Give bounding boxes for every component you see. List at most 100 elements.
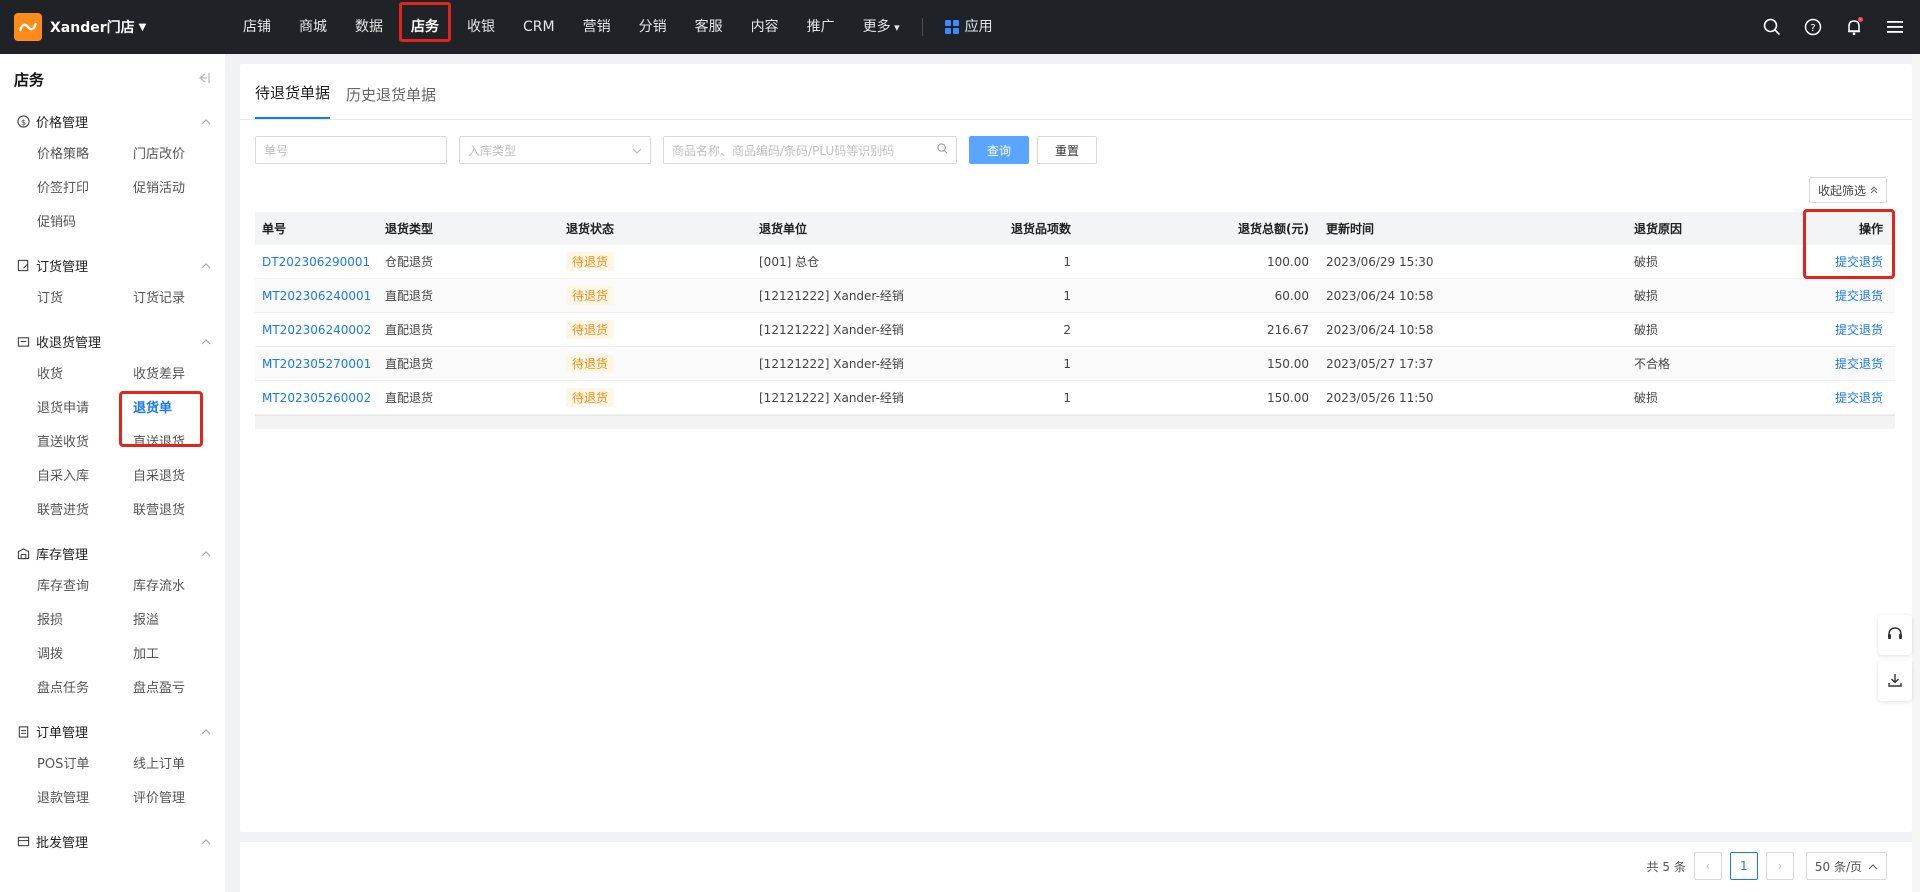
reason-cell: 不合格 xyxy=(1634,357,1671,371)
order-no-link[interactable]: MT202305270001 xyxy=(262,357,371,371)
sidebar-group-header[interactable]: 订货管理 xyxy=(0,248,225,282)
vertical-scrollbar[interactable] xyxy=(1912,54,1920,892)
order-no-link[interactable]: DT202306290001 xyxy=(262,255,370,269)
order-no-link[interactable]: MT202306240002 xyxy=(262,323,371,337)
search-icon[interactable] xyxy=(937,143,948,157)
sidebar-item[interactable]: POS订单 xyxy=(37,748,133,782)
sidebar-item[interactable]: 退货单 xyxy=(119,391,225,447)
sidebar-item[interactable]: 库存流水 xyxy=(133,570,225,604)
nav-item-11[interactable]: 更多 ▾ xyxy=(849,0,914,54)
submit-return-link[interactable]: 提交退货 xyxy=(1835,323,1883,337)
collapse-sidebar-icon[interactable] xyxy=(197,72,211,87)
store-switcher[interactable]: Xander门店 ▼ xyxy=(0,0,225,54)
sidebar-item[interactable]: 报损 xyxy=(37,604,133,638)
item-count-cell: 1 xyxy=(1063,254,1071,269)
sidebar-item[interactable]: 库存查询 xyxy=(37,570,133,604)
sidebar-title: 店务 xyxy=(14,70,45,89)
help-icon[interactable]: ? xyxy=(1802,16,1824,38)
sidebar-item[interactable]: 订货 xyxy=(37,282,133,316)
sidebar-group-title: 价格管理 xyxy=(36,115,89,131)
next-page-button[interactable]: › xyxy=(1765,852,1794,880)
submit-return-link[interactable]: 提交退货 xyxy=(1835,255,1883,269)
page-size-select[interactable]: 50 条/页 xyxy=(1805,852,1887,880)
download-icon xyxy=(1887,672,1903,691)
nav-item-7[interactable]: 分销 xyxy=(625,0,681,54)
sidebar-group-title: 收退货管理 xyxy=(36,335,102,351)
return-unit-cell: [12121222] Xander-经销 xyxy=(759,357,904,371)
sidebar-item[interactable]: 订货记录 xyxy=(133,282,225,316)
amount-cell: 216.67 xyxy=(1267,322,1309,337)
sidebar-item[interactable]: 自采退货 xyxy=(133,460,225,494)
nav-item-9[interactable]: 内容 xyxy=(737,0,793,54)
query-button[interactable]: 查询 xyxy=(969,136,1029,164)
sidebar-item[interactable]: 价格策略 xyxy=(37,138,133,172)
horizontal-scrollbar[interactable] xyxy=(255,415,1895,429)
search-icon[interactable] xyxy=(1761,16,1783,38)
bell-icon[interactable] xyxy=(1843,16,1865,38)
filter-bar: 单号 入库类型 商品名称、商品编码/条码/PLU码等识别码 查询 重置 xyxy=(255,136,1105,164)
product-search-placeholder: 商品名称、商品编码/条码/PLU码等识别码 xyxy=(672,143,895,158)
download-button[interactable] xyxy=(1878,661,1912,701)
sidebar-group-items: POS订单 线上订单 退款管理 评价管理 xyxy=(0,748,225,816)
prev-page-button[interactable]: ‹ xyxy=(1693,852,1722,880)
sidebar-item[interactable]: 报溢 xyxy=(133,604,225,638)
sidebar-item[interactable]: 自采入库 xyxy=(37,460,133,494)
nav-item-5[interactable]: CRM xyxy=(509,0,569,54)
sidebar-group-header[interactable]: $ 价格管理 xyxy=(0,104,225,138)
sidebar-item[interactable]: 收货差异 xyxy=(133,358,225,392)
sidebar-item[interactable]: 加工 xyxy=(133,638,225,672)
nav-item-6[interactable]: 营销 xyxy=(569,0,625,54)
sidebar-group-items: 订货 订货记录 xyxy=(0,282,225,316)
sidebar-item[interactable]: 价签打印 xyxy=(37,172,133,206)
submit-return-link[interactable]: 提交退货 xyxy=(1835,391,1883,405)
sidebar-item[interactable]: 门店改价 xyxy=(133,138,225,172)
action-cell: 提交退货 xyxy=(1791,321,1895,338)
nav-item-1[interactable]: 商城 xyxy=(285,0,341,54)
order-no-link[interactable]: MT202306240001 xyxy=(262,289,371,303)
product-search-input[interactable]: 商品名称、商品编码/条码/PLU码等识别码 xyxy=(663,136,957,164)
nav-item-3[interactable]: 店务 xyxy=(397,0,453,54)
tab-history-returns[interactable]: 历史退货单据 xyxy=(346,84,436,119)
nav-item-4[interactable]: 收银 xyxy=(453,0,509,54)
sidebar-item[interactable]: 线上订单 xyxy=(133,748,225,782)
collapse-filter-button[interactable]: 收起筛选 xyxy=(1808,177,1887,203)
order-no-link[interactable]: MT202305260002 xyxy=(262,391,371,405)
tab-pending-returns[interactable]: 待退货单据 xyxy=(255,82,331,119)
sidebar-group-title: 库存管理 xyxy=(36,547,89,563)
nav-item-10[interactable]: 推广 xyxy=(793,0,849,54)
reason-cell: 破损 xyxy=(1634,391,1659,405)
update-time-cell: 2023/06/24 10:58 xyxy=(1326,288,1434,303)
action-cell: 提交退货 xyxy=(1791,287,1895,304)
menu-icon[interactable] xyxy=(1884,16,1906,38)
sidebar-item[interactable]: 调拨 xyxy=(37,638,133,672)
inbound-type-select[interactable]: 入库类型 xyxy=(459,136,651,164)
sidebar-item[interactable]: 退款管理 xyxy=(37,782,133,816)
nav-item-8[interactable]: 客服 xyxy=(681,0,737,54)
chevron-down-icon xyxy=(632,143,642,157)
sidebar-group-header[interactable]: 收退货管理 xyxy=(0,324,225,358)
submit-return-link[interactable]: 提交退货 xyxy=(1835,357,1883,371)
page-size-label: 50 条/页 xyxy=(1814,859,1862,874)
sidebar-item[interactable]: 盘点盈亏 xyxy=(133,672,225,706)
sidebar-group: 库存管理库存查询 库存流水 报损 报溢 调拨 加工 盘点任务 盘点盈亏 xyxy=(0,536,225,706)
customer-service-button[interactable] xyxy=(1878,615,1912,655)
order-no-input[interactable]: 单号 xyxy=(255,136,447,164)
sidebar-item[interactable]: 联营退货 xyxy=(133,494,225,528)
status-cell: 待退货 xyxy=(559,286,752,305)
apps-menu[interactable]: 应用 xyxy=(931,0,1007,54)
sidebar-item[interactable]: 促销码 xyxy=(37,206,133,240)
sidebar-item[interactable]: 盘点任务 xyxy=(37,672,133,706)
sidebar-item[interactable]: 促销活动 xyxy=(133,172,225,206)
sidebar-item[interactable]: 联营进货 xyxy=(37,494,133,528)
submit-return-link[interactable]: 提交退货 xyxy=(1835,289,1883,303)
sidebar-group-header[interactable]: 订单管理 xyxy=(0,714,225,748)
sidebar-item[interactable]: 收货 xyxy=(37,358,133,392)
nav-item-2[interactable]: 数据 xyxy=(341,0,397,54)
reset-button[interactable]: 重置 xyxy=(1037,136,1097,164)
sidebar-item[interactable]: 评价管理 xyxy=(133,782,225,816)
page-number-button[interactable]: 1 xyxy=(1729,852,1758,880)
sidebar-group-header[interactable]: 库存管理 xyxy=(0,536,225,570)
sidebar-group-header[interactable]: 批发管理 xyxy=(0,824,225,858)
nav-item-0[interactable]: 店铺 xyxy=(229,0,285,54)
order-edit-icon xyxy=(16,258,30,272)
